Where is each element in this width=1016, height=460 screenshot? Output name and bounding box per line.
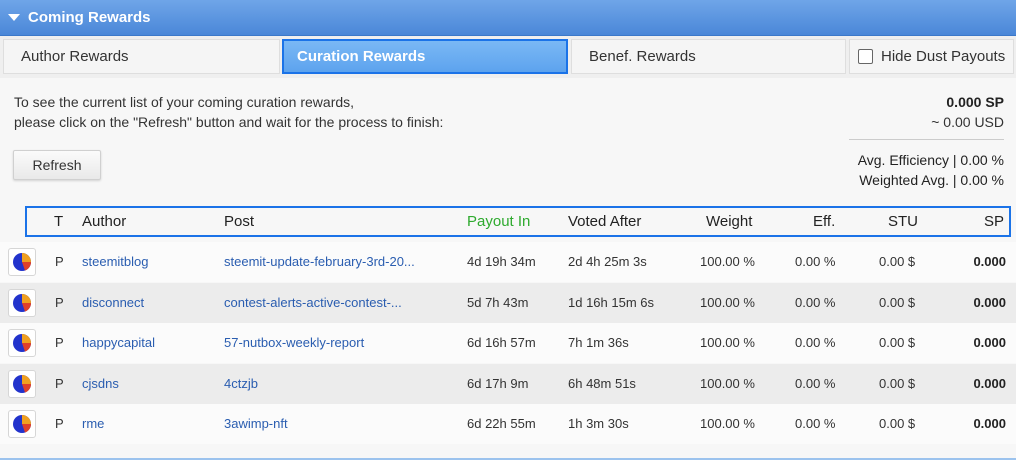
coming-rewards-header[interactable]: Coming Rewards [0, 0, 1016, 36]
cell-eff: 0.00 % [795, 254, 836, 269]
cell-stu: 0.00 $ [879, 335, 916, 350]
col-eff[interactable]: Eff. [813, 213, 835, 230]
cell-stu: 0.00 $ [879, 294, 916, 310]
cell-eff: 0.00 % [795, 416, 836, 431]
col-author[interactable]: Author [82, 213, 126, 230]
col-post[interactable]: Post [224, 213, 254, 230]
hide-dust-checkbox[interactable] [858, 49, 873, 64]
cell-weight: 100.00 % [700, 335, 755, 350]
table-row: P cjsdns 4ctzjb 6d 17h 9m 6h 48m 51s 100… [0, 363, 1016, 404]
table-row: P disconnect contest-alerts-active-conte… [0, 282, 1016, 323]
totals-divider [849, 139, 1004, 140]
cell-payout-in: 6d 16h 57m [467, 335, 536, 350]
rewards-tabbar: Author Rewards Curation Rewards Benef. R… [0, 36, 1016, 78]
cell-type: P [55, 335, 64, 350]
header-title: Coming Rewards [28, 9, 151, 26]
tab-author-rewards[interactable]: Author Rewards [3, 39, 280, 74]
cell-post-link[interactable]: 57-nutbox-weekly-report [224, 335, 364, 350]
cell-voted-after: 2d 4h 25m 3s [568, 254, 647, 269]
total-sp: 0.000 SP [946, 94, 1004, 110]
tab-label: Curation Rewards [297, 48, 426, 65]
cell-voted-after: 7h 1m 36s [568, 335, 629, 350]
col-sp[interactable]: SP [984, 213, 1004, 230]
cell-eff: 0.00 % [795, 335, 836, 350]
cell-type: P [55, 375, 64, 391]
efficiency-box: Avg. Efficiency | 0.00 % Weighted Avg. |… [858, 150, 1004, 190]
instructions-line-2: please click on the "Refresh" button and… [14, 114, 444, 130]
table-header: T Author Post Payout In Voted After Weig… [25, 206, 1011, 237]
instructions-text: To see the current list of your coming c… [14, 92, 443, 132]
cell-sp: 0.000 [973, 416, 1006, 431]
col-payout-in[interactable]: Payout In [467, 213, 530, 230]
cell-payout-in: 6d 17h 9m [467, 375, 529, 391]
totals-box: 0.000 SP ~ 0.00 USD [931, 92, 1004, 132]
col-t[interactable]: T [54, 213, 63, 230]
cell-voted-after: 6h 48m 51s [568, 375, 636, 391]
hide-dust-label: Hide Dust Payouts [881, 48, 1006, 65]
col-voted-after[interactable]: Voted After [568, 213, 641, 230]
cell-weight: 100.00 % [700, 254, 755, 269]
instructions-line-1: To see the current list of your coming c… [14, 94, 355, 110]
cell-stu: 0.00 $ [879, 375, 916, 391]
cell-voted-after: 1d 16h 15m 6s [568, 294, 655, 310]
cell-stu: 0.00 $ [879, 416, 916, 431]
pie-chart-icon[interactable] [8, 410, 36, 438]
cell-author-link[interactable]: disconnect [82, 295, 144, 310]
tab-benef-rewards[interactable]: Benef. Rewards [571, 39, 846, 74]
cell-stu: 0.00 $ [879, 254, 916, 269]
cell-sp: 0.000 [973, 294, 1006, 310]
pie-chart-icon[interactable] [8, 248, 36, 276]
cell-post-link[interactable]: contest-alerts-active-contest-... [224, 295, 402, 310]
cell-author-link[interactable]: happycapital [82, 335, 155, 350]
tab-label: Author Rewards [21, 48, 129, 65]
cell-eff: 0.00 % [795, 375, 836, 391]
table-row: P rme 3awimp-nft 6d 22h 55m 1h 3m 30s 10… [0, 404, 1016, 444]
refresh-button[interactable]: Refresh [13, 150, 101, 180]
cell-payout-in: 5d 7h 43m [467, 294, 529, 310]
cell-author-link[interactable]: rme [82, 416, 104, 431]
cell-weight: 100.00 % [700, 416, 755, 431]
tab-label: Benef. Rewards [589, 48, 696, 65]
table-row: P happycapital 57-nutbox-weekly-report 6… [0, 323, 1016, 363]
cell-weight: 100.00 % [700, 375, 755, 391]
avg-efficiency: Avg. Efficiency | 0.00 % [857, 152, 1004, 168]
table-row: P steemitblog steemit-update-february-3r… [0, 242, 1016, 282]
cell-type: P [55, 416, 64, 431]
weighted-avg: Weighted Avg. | 0.00 % [859, 172, 1004, 188]
cell-post-link[interactable]: 4ctzjb [224, 376, 258, 391]
cell-author-link[interactable]: cjsdns [82, 376, 119, 391]
total-usd: ~ 0.00 USD [931, 114, 1004, 130]
col-weight[interactable]: Weight [706, 213, 752, 230]
cell-sp: 0.000 [973, 254, 1006, 269]
cell-weight: 100.00 % [700, 294, 755, 310]
tab-curation-rewards[interactable]: Curation Rewards [282, 39, 568, 74]
cell-payout-in: 4d 19h 34m [467, 254, 536, 269]
pie-chart-icon[interactable] [8, 329, 36, 357]
cell-payout-in: 6d 22h 55m [467, 416, 536, 431]
cell-eff: 0.00 % [795, 294, 836, 310]
hide-dust-toggle[interactable]: Hide Dust Payouts [849, 39, 1014, 74]
cell-type: P [55, 294, 64, 310]
cell-post-link[interactable]: 3awimp-nft [224, 416, 288, 431]
cell-sp: 0.000 [973, 335, 1006, 350]
cell-type: P [55, 254, 64, 269]
cell-sp: 0.000 [973, 375, 1006, 391]
cell-author-link[interactable]: steemitblog [82, 254, 148, 269]
pie-chart-icon[interactable] [8, 288, 36, 317]
cell-voted-after: 1h 3m 30s [568, 416, 629, 431]
collapse-caret-icon[interactable] [8, 14, 20, 21]
cell-post-link[interactable]: steemit-update-february-3rd-20... [224, 254, 415, 269]
pie-chart-icon[interactable] [8, 369, 36, 398]
col-stu[interactable]: STU [888, 213, 918, 230]
